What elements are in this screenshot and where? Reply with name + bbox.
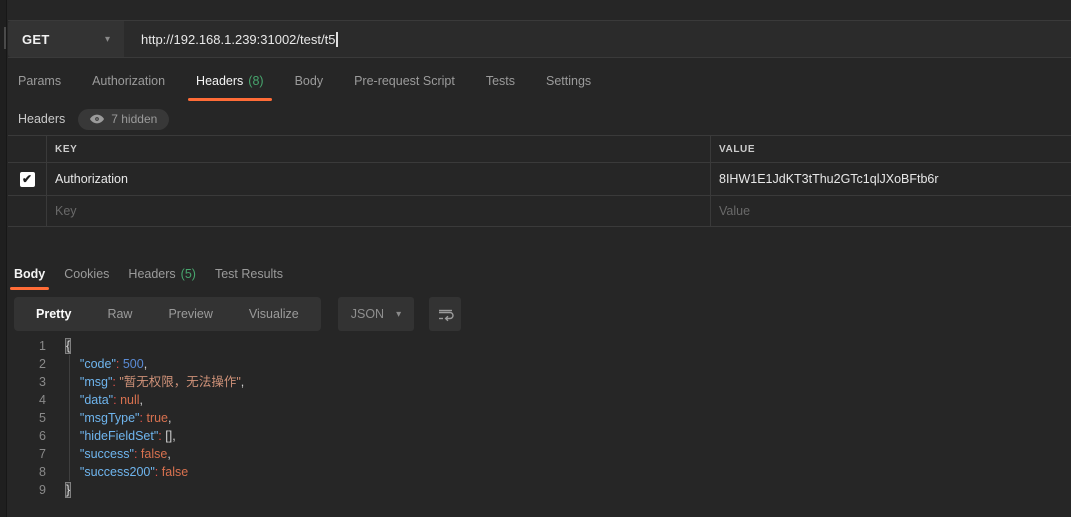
code-line: 7 "success": false, (8, 445, 1071, 463)
chevron-down-icon: ▾ (105, 34, 110, 45)
sidebar-edge (0, 0, 7, 517)
table-row[interactable]: ✔ Authorization 8IHW1E1JdKT3tThu2GTc1qlJ… (8, 163, 1071, 196)
method-dropdown[interactable]: GET ▾ (8, 21, 124, 57)
response-view-toolbar: PrettyRawPreviewVisualize JSON ▾ (8, 297, 1071, 331)
table-row-placeholder[interactable]: Key Value (8, 196, 1071, 227)
view-mode-raw[interactable]: Raw (89, 307, 150, 321)
request-tab-settings[interactable]: Settings (546, 59, 591, 103)
response-body-viewer[interactable]: 1{2 "code": 500,3 "msg": "暂无权限，无法操作",4 "… (8, 337, 1071, 517)
header-key-cell[interactable]: Authorization (46, 163, 710, 195)
request-url-bar: GET ▾ http://192.168.1.239:31002/test/t5 (8, 20, 1071, 58)
headers-table: KEY VALUE ✔ Authorization 8IHW1E1JdKT3tT… (8, 135, 1071, 227)
code-line: 9} (8, 481, 1071, 499)
response-tab-headers[interactable]: Headers(5) (128, 256, 196, 291)
key-placeholder[interactable]: Key (46, 196, 710, 226)
format-label: JSON (351, 307, 384, 321)
line-number: 9 (8, 481, 46, 499)
request-tab-headers[interactable]: Headers(8) (196, 59, 264, 103)
response-tab-test-results[interactable]: Test Results (215, 256, 283, 291)
view-mode-preview[interactable]: Preview (150, 307, 230, 321)
value-column-header: VALUE (710, 136, 1071, 162)
header-value-cell[interactable]: 8IHW1E1JdKT3tThu2GTc1qlJXoBFtb6r (710, 163, 1071, 195)
code-line: 1{ (8, 337, 1071, 355)
response-tabs: Body Cookies Headers(5) Test Results (8, 256, 1071, 291)
code-line: 8 "success200": false (8, 463, 1071, 481)
request-panel: GET ▾ http://192.168.1.239:31002/test/t5… (8, 0, 1071, 517)
code-line: 4 "data": null, (8, 391, 1071, 409)
line-number: 7 (8, 445, 46, 463)
indent-guide (69, 355, 70, 481)
chevron-down-icon: ▾ (396, 309, 401, 320)
view-mode-pretty[interactable]: Pretty (18, 307, 89, 321)
line-number: 6 (8, 427, 46, 445)
request-tab-pre-request-script[interactable]: Pre-request Script (354, 59, 455, 103)
code-line: 6 "hideFieldSet": [], (8, 427, 1071, 445)
request-tab-authorization[interactable]: Authorization (92, 59, 165, 103)
code-line: 3 "msg": "暂无权限，无法操作", (8, 373, 1071, 391)
value-placeholder[interactable]: Value (710, 196, 1071, 226)
method-label: GET (22, 32, 50, 47)
code-line: 5 "msgType": true, (8, 409, 1071, 427)
view-mode-visualize[interactable]: Visualize (231, 307, 317, 321)
request-tab-body[interactable]: Body (295, 59, 324, 103)
checkbox-column-header (8, 136, 46, 162)
headers-section-header: Headers 7 hidden (8, 104, 1071, 134)
key-column-header: KEY (46, 136, 710, 162)
response-tab-body[interactable]: Body (14, 256, 45, 291)
row-checkbox[interactable]: ✔ (20, 172, 35, 187)
response-tab-count: (5) (181, 267, 196, 281)
view-mode-switcher: PrettyRawPreviewVisualize (14, 297, 321, 331)
request-tab-tests[interactable]: Tests (486, 59, 515, 103)
line-number: 4 (8, 391, 46, 409)
table-header-row: KEY VALUE (8, 135, 1071, 163)
api-client-window: GET ▾ http://192.168.1.239:31002/test/t5… (0, 0, 1071, 517)
code-line: 2 "code": 500, (8, 355, 1071, 373)
wrap-lines-icon (437, 307, 454, 322)
line-number: 5 (8, 409, 46, 427)
request-tab-params[interactable]: Params (18, 59, 61, 103)
headers-section-title: Headers (18, 112, 65, 126)
line-number: 3 (8, 373, 46, 391)
pane-handle[interactable] (4, 27, 6, 49)
format-dropdown[interactable]: JSON ▾ (338, 297, 414, 331)
url-input[interactable]: http://192.168.1.239:31002/test/t5 (124, 21, 1071, 57)
hidden-headers-label: 7 hidden (111, 112, 157, 126)
request-tab-count: (8) (248, 74, 263, 88)
response-tab-cookies[interactable]: Cookies (64, 256, 109, 291)
text-cursor (336, 32, 338, 47)
line-number: 1 (8, 337, 46, 355)
eye-icon (90, 114, 104, 124)
hidden-headers-badge[interactable]: 7 hidden (78, 109, 169, 130)
line-number: 2 (8, 355, 46, 373)
url-text: http://192.168.1.239:31002/test/t5 (141, 32, 335, 47)
request-tabs: Params Authorization Headers(8) Body Pre-req… (8, 59, 1071, 103)
line-number: 8 (8, 463, 46, 481)
wrap-lines-button[interactable] (429, 297, 461, 331)
